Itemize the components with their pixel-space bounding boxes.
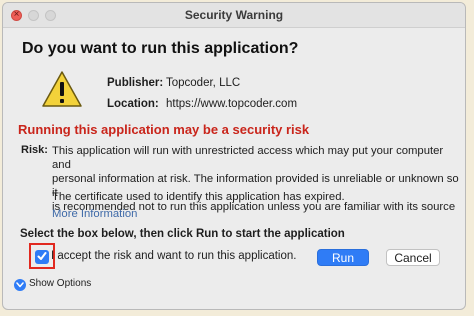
risk-description: This application will run with unrestric… bbox=[52, 144, 462, 214]
publisher-label: Publisher: bbox=[107, 77, 164, 89]
more-information-link[interactable]: More Information bbox=[52, 208, 137, 220]
instruction-text: Select the box below, then click Run to … bbox=[20, 228, 345, 240]
location-label: Location: bbox=[107, 98, 159, 110]
window-title: Security Warning bbox=[184, 8, 284, 22]
risk-warning-title: Running this application may be a securi… bbox=[18, 122, 310, 137]
chevron-down-icon bbox=[14, 279, 26, 291]
warning-triangle-icon bbox=[42, 71, 82, 107]
show-options-label: Show Options bbox=[29, 278, 92, 289]
risk-line: This application will run with unrestric… bbox=[52, 145, 444, 171]
accept-risk-label[interactable]: I accept the risk and want to run this a… bbox=[51, 250, 296, 262]
cancel-button[interactable]: Cancel bbox=[386, 249, 440, 266]
location-value: https://www.topcoder.com bbox=[166, 98, 298, 110]
run-button[interactable]: Run bbox=[317, 249, 369, 266]
checkmark-icon bbox=[37, 252, 47, 260]
security-warning-dialog: × Security Warning Do you want to run th… bbox=[2, 2, 466, 310]
publisher-value: Topcoder, LLC bbox=[166, 77, 241, 89]
title-bar: × Security Warning bbox=[3, 3, 465, 28]
certificate-expired-text: The certificate used to identify this ap… bbox=[52, 191, 345, 203]
dialog-heading: Do you want to run this application? bbox=[22, 40, 299, 57]
accept-risk-checkbox[interactable] bbox=[35, 250, 49, 264]
risk-label: Risk: bbox=[21, 144, 48, 156]
